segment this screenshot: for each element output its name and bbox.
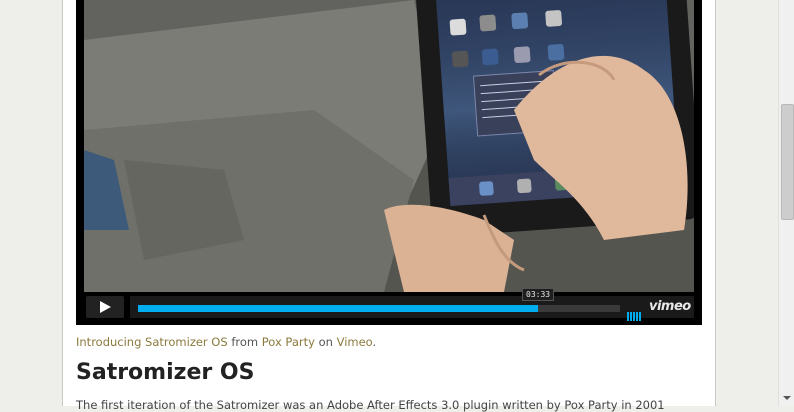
caption-period: . <box>372 335 377 349</box>
progress-fill <box>138 305 539 312</box>
caption-on: on <box>318 335 333 349</box>
progress-track[interactable]: 03:33 <box>138 288 620 312</box>
video-title-link[interactable]: Introducing Satromizer OS <box>76 335 228 349</box>
video-player[interactable]: 03:33 vimeo <box>76 0 702 325</box>
control-bar: 03:33 vimeo <box>130 288 694 321</box>
video-caption: Introducing Satromizer OS from Pox Party… <box>76 335 376 349</box>
volume-icon[interactable] <box>627 302 645 321</box>
player-controls: 03:33 vimeo <box>84 288 694 321</box>
article-intro: The first iteration of the Satromizer wa… <box>76 398 665 412</box>
play-button[interactable] <box>86 296 124 318</box>
scrollbar[interactable] <box>778 0 794 406</box>
site-link[interactable]: Vimeo <box>337 335 373 349</box>
caption-from: from <box>231 335 259 349</box>
video-still <box>84 0 694 292</box>
chevron-down-icon <box>783 396 791 400</box>
scroll-down-button[interactable] <box>779 390 794 406</box>
play-icon <box>100 301 111 313</box>
article-title: Satromizer OS <box>76 360 255 385</box>
video-frame[interactable] <box>84 0 694 292</box>
timestamp-tooltip: 03:33 <box>522 288 555 301</box>
vimeo-logo[interactable]: vimeo <box>649 299 691 314</box>
author-link[interactable]: Pox Party <box>262 335 315 349</box>
scrollbar-thumb[interactable] <box>781 104 794 220</box>
